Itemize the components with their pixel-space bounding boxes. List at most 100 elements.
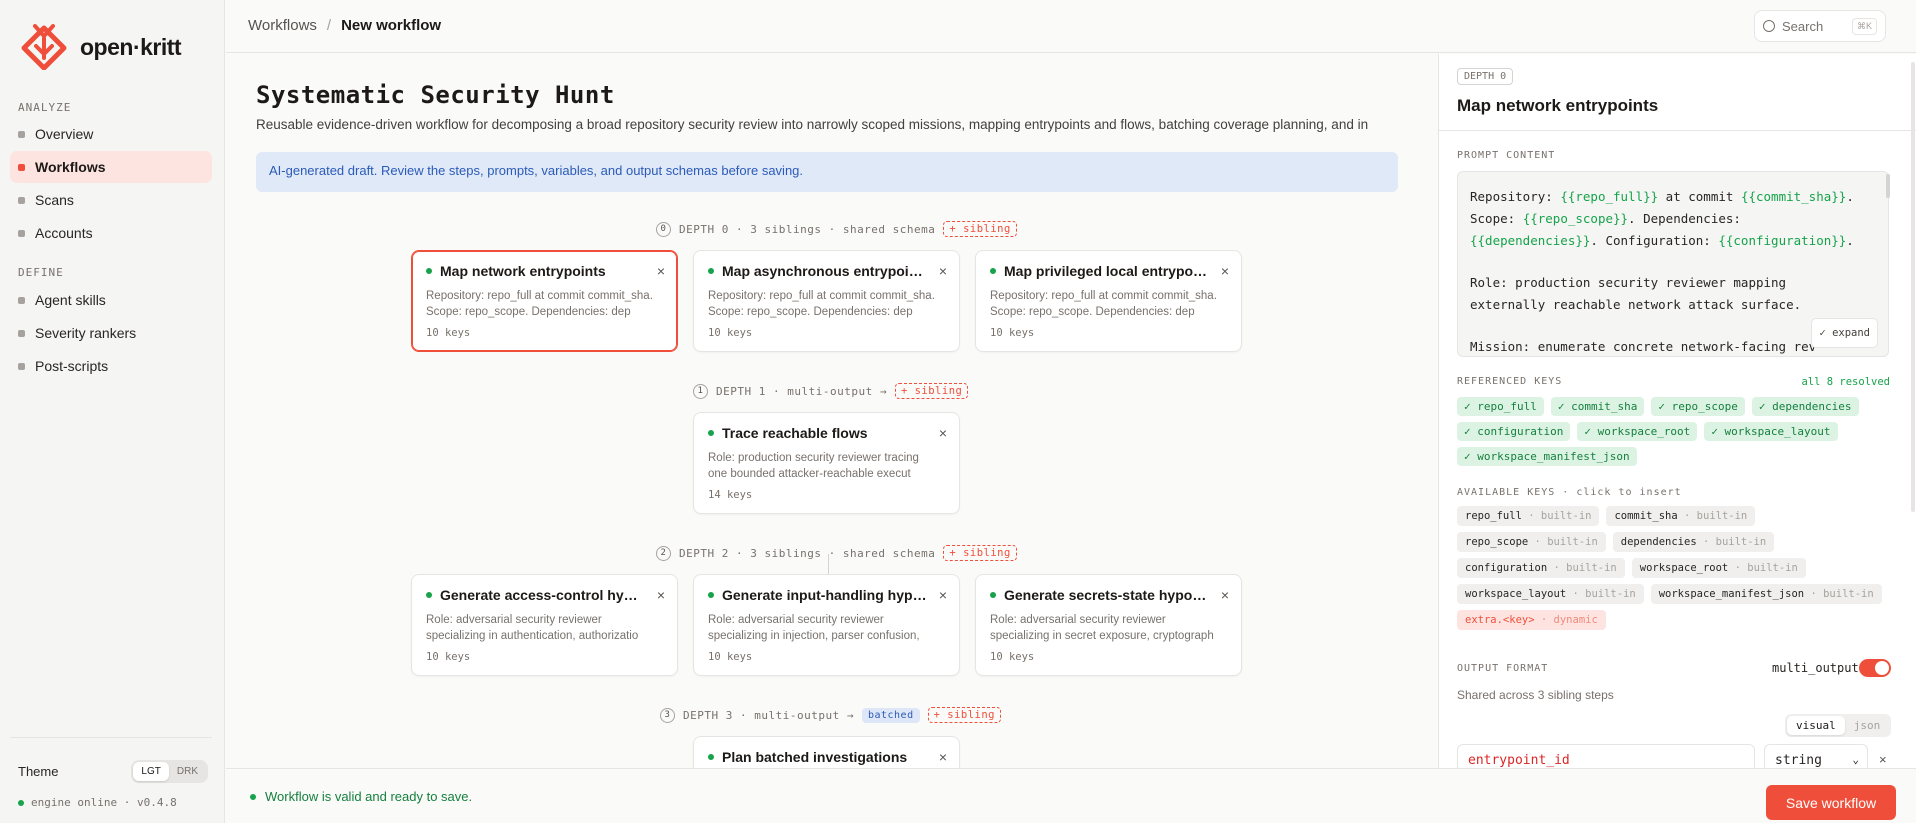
step-keys-count: 10 keys [708, 327, 753, 339]
bullet-icon [18, 229, 25, 237]
referenced-key-chip: ✓ workspace_root [1577, 422, 1698, 441]
sidebar-item-agent-skills[interactable]: Agent skills [10, 284, 212, 316]
available-key-chip[interactable]: commit_sha · built-in [1606, 506, 1756, 526]
step-card[interactable]: Map network entrypoints × Repository: re… [411, 250, 678, 352]
key-kind: built-in [1823, 588, 1874, 600]
close-icon[interactable]: × [657, 587, 665, 603]
key-name: workspace_manifest_json [1658, 588, 1805, 600]
step-card[interactable]: Trace reachable flows × Role: production… [693, 412, 960, 514]
step-card[interactable]: Generate secrets-state hypoth... × Role:… [975, 574, 1242, 676]
close-icon[interactable]: × [1221, 263, 1229, 279]
page-subtitle[interactable]: Reusable evidence-driven workflow for de… [256, 117, 1398, 132]
dynamic-key-chip[interactable]: extra.<key> · dynamic [1457, 610, 1606, 630]
multi-output-label: multi_output [1772, 661, 1859, 675]
step-card[interactable]: Generate access-control hypo... × Role: … [411, 574, 678, 676]
schema-view-toggle[interactable]: visual json [1785, 714, 1892, 737]
sidebar-item-label: Agent skills [35, 292, 106, 308]
sidebar-item-label: Severity rankers [35, 325, 137, 341]
available-key-chip[interactable]: repo_scope · built-in [1457, 532, 1606, 552]
field-name-input[interactable]: entrypoint_id [1457, 744, 1755, 768]
key-name: repo_scope [1465, 536, 1529, 548]
key-kind: built-in [1566, 562, 1617, 574]
available-key-chip[interactable]: configuration · built-in [1457, 558, 1625, 578]
available-key-chip[interactable]: workspace_layout · built-in [1457, 584, 1644, 604]
close-icon[interactable]: × [939, 425, 947, 441]
search-shortcut: ⌘K [1851, 17, 1877, 35]
available-key-chip[interactable]: workspace_root · built-in [1631, 558, 1806, 578]
prompt-line: Scope: {{repo_scope}}. Dependencies: [1470, 208, 1876, 230]
add-sibling-button[interactable]: + sibling [943, 545, 1017, 561]
depth-number: 3 [660, 707, 675, 723]
close-icon[interactable]: × [939, 587, 947, 603]
sidebar-item-label: Scans [35, 192, 74, 208]
step-card[interactable]: Plan batched investigations × [693, 736, 960, 768]
sidebar-item-severity-rankers[interactable]: Severity rankers [10, 317, 212, 349]
key-name: configuration [1465, 562, 1548, 574]
depth-label: DEPTH 2 · 3 siblings · shared schema [679, 546, 936, 560]
prompt-paragraph: Role: production security reviewer mappi… [1470, 272, 1876, 316]
prompt-scrollbar[interactable] [1886, 174, 1890, 198]
status-dot-icon [708, 268, 714, 274]
close-icon[interactable]: × [939, 263, 947, 279]
breadcrumb-workflows[interactable]: Workflows [248, 17, 317, 34]
close-icon[interactable]: × [1221, 587, 1229, 603]
available-key-chip[interactable]: repo_full · built-in [1457, 506, 1600, 526]
resolved-status: all 8 resolved [1801, 376, 1890, 388]
referenced-keys-list: ✓ repo_full ✓ commit_sha ✓ repo_scope ✓ … [1457, 397, 1897, 466]
prompt-editor[interactable]: Repository: {{repo_full}} at commit {{co… [1457, 171, 1889, 357]
prompt-text: . [1846, 189, 1854, 204]
sidebar-item-overview[interactable]: Overview [10, 118, 212, 150]
page-title[interactable]: Systematic Security Hunt [256, 81, 615, 109]
visual-tab[interactable]: visual [1787, 716, 1845, 735]
referenced-key-chip: ✓ dependencies [1751, 397, 1859, 416]
depth-label: DEPTH 0 · 3 siblings · shared schema [679, 222, 936, 236]
step-card[interactable]: Generate input-handling hypot... × Role:… [693, 574, 960, 676]
step-card[interactable]: Map asynchronous entrypoints × Repositor… [693, 250, 960, 352]
step-keys-count: 10 keys [990, 651, 1035, 663]
referenced-keys-label: REFERENCED KEYS [1457, 376, 1563, 387]
theme-dark-option[interactable]: DRK [169, 762, 206, 781]
referenced-key-chip: ✓ workspace_manifest_json [1457, 447, 1637, 466]
remove-field-icon[interactable]: × [1879, 752, 1887, 767]
prompt-text: . Configuration: [1590, 233, 1719, 248]
step-desc-line: Repository: repo_full at commit commit_s… [708, 290, 935, 302]
step-title: Generate access-control hypo... [440, 587, 646, 603]
available-key-chip[interactable]: dependencies · built-in [1612, 532, 1775, 552]
close-icon[interactable]: × [939, 749, 947, 765]
search-input[interactable]: Search ⌘K [1754, 10, 1886, 42]
ai-draft-banner: AI-generated draft. Review the steps, pr… [256, 152, 1398, 192]
json-tab[interactable]: json [1845, 716, 1890, 735]
sidebar-item-workflows[interactable]: Workflows [10, 151, 212, 183]
prompt-text: . [1846, 233, 1854, 248]
field-type-select[interactable]: string ⌄ [1764, 744, 1868, 768]
panel-scrollbar[interactable] [1911, 62, 1915, 512]
step-editor-title[interactable]: Map network entrypoints [1457, 96, 1658, 116]
theme-toggle[interactable]: LGT DRK [131, 760, 208, 783]
close-icon[interactable]: × [657, 263, 665, 279]
step-desc-line: one bounded attacker-reachable execut [708, 468, 911, 480]
logo-icon [21, 24, 67, 70]
add-sibling-button[interactable]: + sibling [943, 221, 1017, 237]
save-workflow-button[interactable]: Save workflow [1766, 785, 1896, 820]
theme-light-option[interactable]: LGT [133, 762, 169, 781]
prompt-line: Repository: {{repo_full}} at commit {{co… [1470, 186, 1876, 208]
prompt-variable: {{commit_sha}} [1740, 189, 1847, 204]
output-format-label: OUTPUT FORMAT [1457, 663, 1549, 674]
add-sibling-button[interactable]: + sibling [927, 707, 1002, 723]
step-card[interactable]: Map privileged local entrypoin... × Repo… [975, 250, 1242, 352]
key-name: dependencies [1620, 536, 1697, 548]
referenced-key-chip: ✓ repo_full [1457, 397, 1544, 416]
step-keys-count: 10 keys [426, 651, 471, 663]
add-sibling-button[interactable]: + sibling [894, 383, 969, 399]
logo[interactable]: open·kritt [20, 24, 182, 70]
step-desc-line: Role: adversarial security reviewer [990, 614, 1166, 626]
sidebar-item-post-scripts[interactable]: Post-scripts [10, 350, 212, 382]
breadcrumb: Workflows / New workflow [248, 17, 441, 34]
available-key-chip[interactable]: workspace_manifest_json · built-in [1650, 584, 1882, 604]
sidebar-item-scans[interactable]: Scans [10, 184, 212, 216]
multi-output-toggle[interactable] [1859, 659, 1891, 677]
status-dot-icon [18, 799, 24, 806]
sidebar-item-accounts[interactable]: Accounts [10, 217, 212, 249]
engine-status: engine online · v0.4.8 [18, 796, 177, 809]
expand-button[interactable]: ✓ expand [1811, 318, 1878, 348]
